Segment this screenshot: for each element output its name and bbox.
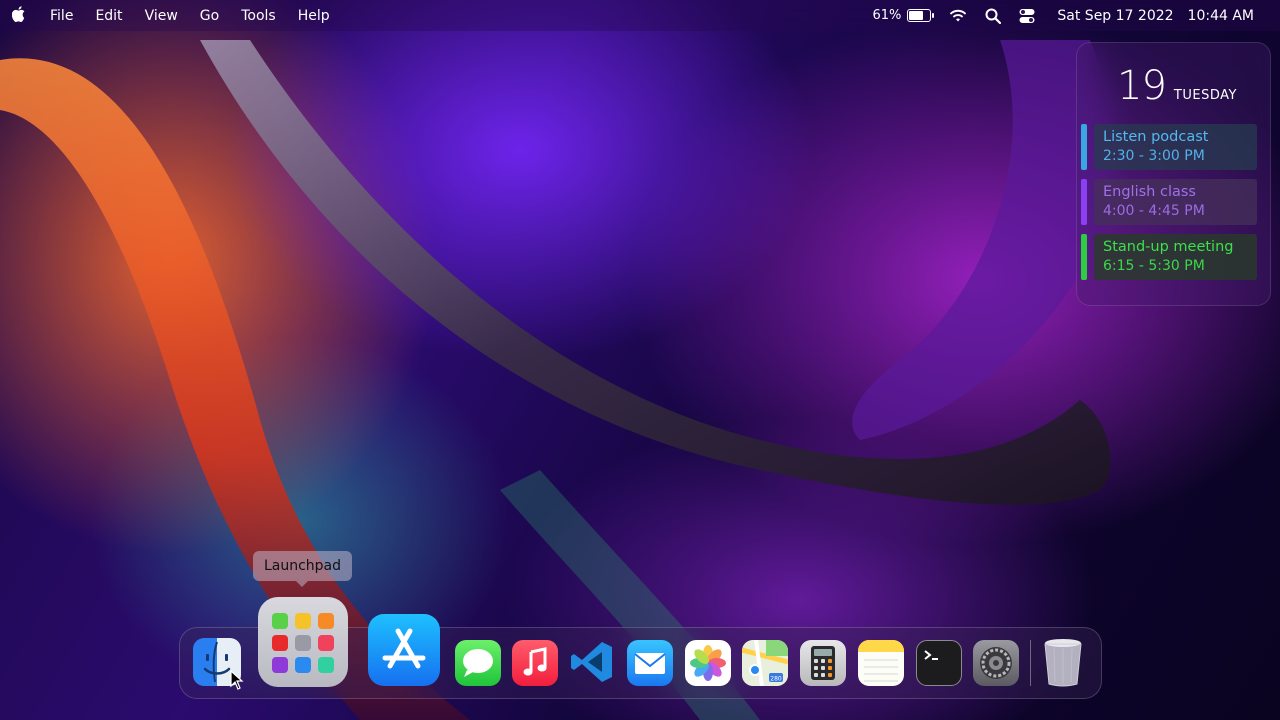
trash-icon (1044, 639, 1082, 687)
notes-icon (858, 640, 904, 682)
calendar-day-number: 19 (1117, 63, 1167, 109)
menubar-date[interactable]: Sat Sep 17 2022 (1057, 8, 1173, 24)
dock-separator (1030, 640, 1031, 686)
battery-icon (907, 9, 935, 22)
dock-app-music[interactable] (512, 640, 558, 686)
vscode-icon (571, 642, 612, 682)
menubar-time[interactable]: 10:44 AM (1188, 8, 1254, 24)
dock-app-notes[interactable] (858, 640, 904, 686)
dock-app-system-preferences[interactable] (973, 640, 1019, 686)
menu-file[interactable]: File (50, 8, 73, 24)
dock-app-maps[interactable]: 280 (742, 640, 788, 686)
dock-app-calculator[interactable] (800, 640, 846, 686)
calendar-event[interactable]: Listen podcast 2:30 - 3:00 PM (1081, 124, 1257, 170)
dock-tooltip: Launchpad (253, 551, 352, 587)
maps-badge-text: 280 (770, 676, 782, 683)
control-center-icon[interactable] (1019, 8, 1035, 24)
menu-go[interactable]: Go (200, 8, 219, 24)
event-color-bar (1081, 179, 1087, 225)
dock-app-app-store[interactable] (368, 614, 440, 686)
calendar-event[interactable]: English class 4:00 - 4:45 PM (1081, 179, 1257, 225)
event-title: Listen podcast (1103, 129, 1209, 145)
calendar-event[interactable]: Stand-up meeting 6:15 - 5:30 PM (1081, 234, 1257, 280)
calendar-weekday: TUESDAY (1173, 88, 1237, 103)
event-time: 2:30 - 3:00 PM (1103, 148, 1205, 164)
battery-percent: 61% (872, 8, 902, 23)
event-color-bar (1081, 124, 1087, 170)
dock-app-messages[interactable] (455, 640, 501, 686)
event-time: 4:00 - 4:45 PM (1103, 203, 1205, 219)
dock-app-trash[interactable] (1040, 636, 1086, 688)
dock-app-vscode[interactable] (568, 638, 616, 686)
maps-icon: 280 (742, 640, 788, 686)
dock-app-photos[interactable] (685, 640, 731, 686)
dock-app-launchpad[interactable] (258, 597, 348, 687)
wifi-icon[interactable] (949, 9, 967, 23)
messages-icon (463, 649, 493, 677)
calculator-icon (811, 646, 835, 680)
menu-view[interactable]: View (145, 8, 178, 24)
event-title: English class (1103, 184, 1196, 200)
menu-help[interactable]: Help (298, 8, 330, 24)
menu-tools[interactable]: Tools (241, 8, 276, 24)
event-title: Stand-up meeting (1103, 239, 1234, 255)
apple-icon[interactable] (11, 5, 32, 26)
dock-app-terminal[interactable] (916, 640, 962, 686)
app-store-icon (382, 628, 426, 669)
menu-bar: File Edit View Go Tools Help 61% Sat Sep… (0, 0, 1280, 31)
menu-edit[interactable]: Edit (95, 8, 122, 24)
terminal-icon (924, 650, 938, 660)
launchpad-icon (272, 613, 334, 673)
gear-icon (980, 647, 1012, 679)
mail-icon (634, 653, 666, 674)
event-color-bar (1081, 234, 1087, 280)
music-icon (523, 647, 547, 676)
battery-status[interactable]: 61% (872, 8, 935, 23)
event-time: 6:15 - 5:30 PM (1103, 258, 1205, 274)
mouse-pointer-icon (230, 669, 244, 694)
dock-app-mail[interactable] (627, 640, 673, 686)
spotlight-search-icon[interactable] (985, 8, 1002, 24)
photos-icon (690, 645, 726, 681)
calendar-widget[interactable]: 19 TUESDAY Listen podcast 2:30 - 3:00 PM… (1076, 42, 1271, 306)
